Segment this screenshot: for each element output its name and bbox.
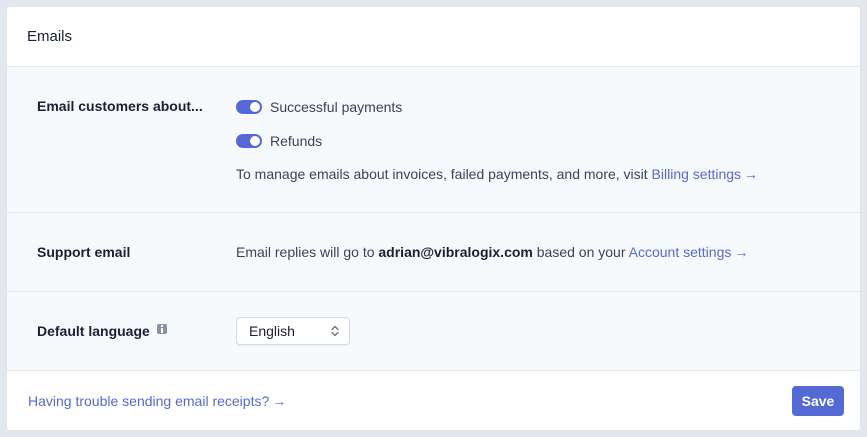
refunds-toggle[interactable] (236, 134, 262, 148)
default-language-label: Default language (37, 323, 150, 339)
billing-note-text: To manage emails about invoices, failed … (236, 166, 652, 182)
chevron-up-down-icon (331, 325, 339, 337)
default-language-section: Default language English (7, 292, 860, 371)
support-text-prefix: Email replies will go to (236, 244, 379, 260)
card-header: Emails (7, 7, 860, 67)
help-link-text: Having trouble sending email receipts? (28, 393, 270, 409)
arrow-right-icon: → (272, 393, 287, 409)
account-settings-link-text: Account settings (628, 244, 732, 260)
language-select-value: English (249, 323, 295, 339)
email-customers-label: Email customers about... (37, 98, 203, 114)
save-button[interactable]: Save (792, 386, 844, 416)
billing-settings-link[interactable]: Billing settings → (652, 166, 759, 182)
support-email-section: Support email Email replies will go to a… (7, 213, 860, 292)
support-text-middle: based on your (532, 244, 629, 260)
successful-payments-toggle[interactable] (236, 100, 262, 114)
support-email-address: adrian@vibralogix.com (378, 244, 533, 260)
email-notifications-section: Email customers about... Successful paym… (7, 67, 860, 213)
toggle-row-successful-payments: Successful payments (236, 98, 758, 116)
refunds-label: Refunds (270, 133, 323, 149)
card-title: Emails (27, 28, 73, 45)
card-footer: Having trouble sending email receipts? → … (7, 371, 860, 430)
account-settings-link[interactable]: Account settings → (629, 244, 749, 260)
arrow-right-icon: → (744, 166, 759, 182)
default-language-label-wrap: Default language (37, 323, 236, 339)
successful-payments-label: Successful payments (270, 99, 403, 115)
support-email-body: Email replies will go to adrian@vibralog… (236, 244, 748, 260)
toggle-knob (250, 102, 260, 112)
email-receipts-help-link[interactable]: Having trouble sending email receipts? → (28, 393, 286, 409)
emails-settings-card: Emails Email customers about... Successf… (6, 6, 861, 431)
support-email-label: Support email (37, 244, 131, 260)
billing-note: To manage emails about invoices, failed … (236, 166, 758, 182)
arrow-right-icon: → (734, 244, 749, 260)
billing-settings-link-text: Billing settings (651, 166, 742, 182)
email-notifications-body: Successful payments Refunds To manage em… (236, 98, 758, 212)
language-select[interactable]: English (236, 317, 350, 345)
info-icon[interactable] (156, 324, 167, 334)
toggle-knob (250, 136, 260, 146)
toggle-row-refunds: Refunds (236, 132, 758, 150)
default-language-body: English (236, 317, 350, 345)
